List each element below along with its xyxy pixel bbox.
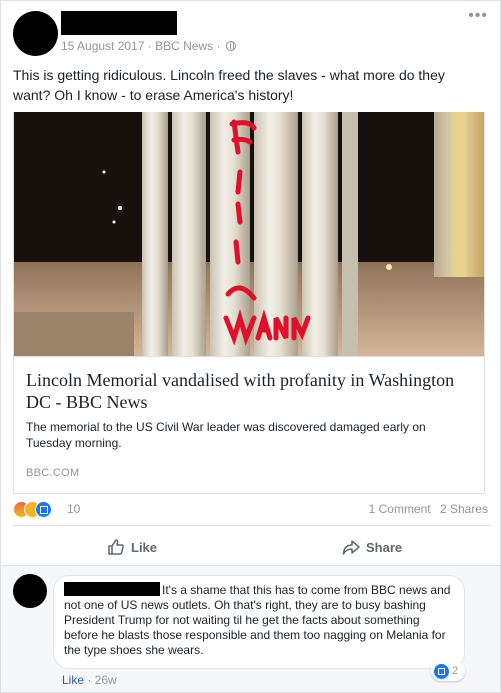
share-arrow-icon xyxy=(342,538,360,556)
comment-bubble: It's a shame that this has to come from … xyxy=(53,575,465,669)
comment-time[interactable]: 26w xyxy=(95,673,117,687)
divider xyxy=(13,525,490,526)
comment-reaction-badge[interactable]: 2 xyxy=(431,661,465,681)
commenter-avatar[interactable] xyxy=(13,574,47,608)
thumbs-up-icon xyxy=(107,538,125,556)
comment-reaction-count: 2 xyxy=(452,665,459,677)
share-label: Share xyxy=(366,539,403,555)
more-options-icon[interactable]: ••• xyxy=(468,8,488,24)
comment-separator: · xyxy=(87,673,92,687)
like-reaction-icon xyxy=(35,501,52,518)
link-domain: BBC.COM xyxy=(26,467,80,479)
redacted-commenter-name xyxy=(64,582,160,596)
meta-separator: · xyxy=(216,39,221,53)
link-title[interactable]: Lincoln Memorial vandalised with profani… xyxy=(26,369,476,413)
engagement-counts: 1 Comment 2 Shares xyxy=(363,502,488,516)
like-label: Like xyxy=(131,539,158,555)
post-timestamp[interactable]: 15 August 2017 xyxy=(61,39,144,53)
reaction-count[interactable]: 10 xyxy=(67,502,80,516)
link-description: The memorial to the US Civil War leader … xyxy=(26,420,426,450)
like-button[interactable]: Like xyxy=(107,536,157,558)
link-body[interactable]: Lincoln Memorial vandalised with profani… xyxy=(14,356,484,493)
like-reaction-icon xyxy=(434,663,449,679)
comment-actions: Like · 26w xyxy=(62,673,117,687)
share-button[interactable]: Share xyxy=(342,536,402,558)
link-image[interactable] xyxy=(14,112,484,356)
link-preview[interactable]: Lincoln Memorial vandalised with profani… xyxy=(13,112,485,494)
post-source[interactable]: BBC News xyxy=(155,39,213,53)
comment-count[interactable]: 1 Comment xyxy=(369,502,431,516)
post-text: This is getting ridiculous. Lincoln free… xyxy=(13,67,445,103)
post-meta: 15 August 2017 · BBC News · xyxy=(61,39,236,53)
comment-like-link[interactable]: Like xyxy=(62,673,84,687)
share-count[interactable]: 2 Shares xyxy=(440,502,488,516)
globe-icon xyxy=(225,41,236,51)
author-avatar[interactable] xyxy=(13,11,58,56)
meta-separator: · xyxy=(147,39,152,53)
post-card: 15 August 2017 · BBC News · ••• This is … xyxy=(0,0,501,693)
redacted-author-name xyxy=(61,11,177,35)
